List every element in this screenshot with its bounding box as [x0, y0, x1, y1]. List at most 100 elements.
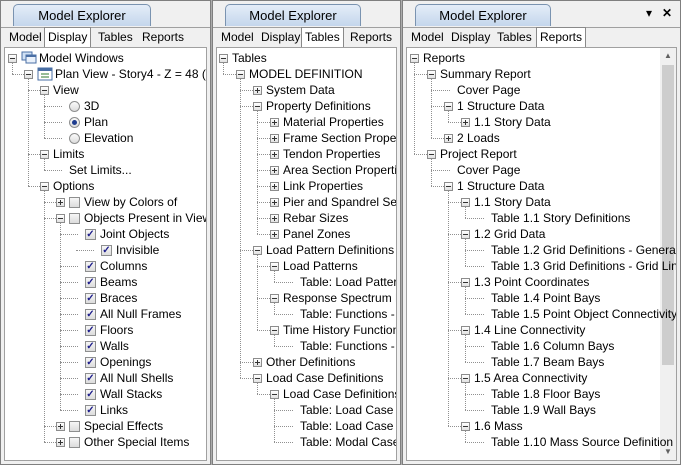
tab-model[interactable]: Model — [408, 29, 447, 46]
expand-toggle-icon[interactable] — [56, 422, 65, 431]
tree-item-property-definitions[interactable]: Property Definitions — [266, 98, 371, 114]
panel-title-tab[interactable]: Model Explorer — [225, 4, 361, 26]
tree-item-plan[interactable]: Plan — [84, 114, 108, 130]
tree-item-all-null-shells[interactable]: All Null Shells — [100, 370, 173, 386]
expand-toggle-icon[interactable] — [270, 230, 279, 239]
tree-item-panel-zones[interactable]: Panel Zones — [283, 226, 350, 242]
tree-item-system-data[interactable]: System Data — [266, 82, 335, 98]
tree-item-1-1-story-data[interactable]: 1.1 Story Data — [474, 114, 551, 130]
tree-item-floors[interactable]: Floors — [100, 322, 133, 338]
tab-tables[interactable]: Tables — [301, 27, 344, 48]
checkbox-all-null-shells[interactable]: ✓ — [85, 373, 96, 384]
tree-item-objects-present-in-view[interactable]: Objects Present in View — [84, 210, 206, 226]
expand-toggle-icon[interactable] — [270, 214, 279, 223]
checkbox-all-null-frames[interactable]: ✓ — [85, 309, 96, 320]
expand-toggle-icon[interactable] — [270, 150, 279, 159]
tree-item-options[interactable]: Options — [53, 178, 94, 194]
tree-item-2-loads[interactable]: 2 Loads — [457, 130, 500, 146]
tree-item-set-limits[interactable]: Set Limits... — [69, 162, 132, 178]
collapse-toggle-icon[interactable] — [444, 182, 453, 191]
tree-item-invisible[interactable]: Invisible — [116, 242, 159, 258]
expand-toggle-icon[interactable] — [461, 118, 470, 127]
tree-item-tables[interactable]: Tables — [232, 50, 267, 66]
tree-item-1-6-mass[interactable]: 1.6 Mass — [474, 418, 523, 434]
checkbox-special-effects[interactable] — [69, 421, 80, 432]
tree-item-table-load-case[interactable]: Table: Load Case — [300, 418, 393, 434]
checkbox-columns[interactable]: ✓ — [85, 261, 96, 272]
tree-item-plan-view-story4-z-48-ft[interactable]: Plan View - Story4 - Z = 48 (ft) — [55, 66, 206, 82]
collapse-toggle-icon[interactable] — [219, 54, 228, 63]
collapse-toggle-icon[interactable] — [253, 102, 262, 111]
tree-item-load-case-definitions[interactable]: Load Case Definitions — [266, 370, 383, 386]
scroll-up-arrow-icon[interactable]: ▲ — [660, 48, 676, 64]
tree-item-load-patterns[interactable]: Load Patterns — [283, 258, 358, 274]
tree-item-openings[interactable]: Openings — [100, 354, 151, 370]
tree-item-table-1-10-mass-source-definition[interactable]: Table 1.10 Mass Source Definition — [491, 434, 673, 450]
checkbox-joint-objects[interactable]: ✓ — [85, 229, 96, 240]
tree-item-tendon-properties[interactable]: Tendon Properties — [283, 146, 380, 162]
expand-toggle-icon[interactable] — [270, 134, 279, 143]
tree-item-walls[interactable]: Walls — [100, 338, 129, 354]
expand-toggle-icon[interactable] — [270, 182, 279, 191]
tree-item-model-windows[interactable]: Model Windows — [39, 50, 124, 66]
radio-3d[interactable] — [69, 101, 80, 112]
tab-display[interactable]: Display — [258, 29, 303, 46]
tree-item-elevation[interactable]: Elevation — [84, 130, 133, 146]
collapse-toggle-icon[interactable] — [427, 150, 436, 159]
tree-item-rebar-sizes[interactable]: Rebar Sizes — [283, 210, 348, 226]
panel-title-tab[interactable]: Model Explorer — [415, 4, 551, 26]
tree-item-table-functions[interactable]: Table: Functions - — [300, 338, 395, 354]
tree-item-table-1-6-column-bays[interactable]: Table 1.6 Column Bays — [491, 338, 614, 354]
checkbox-floors[interactable]: ✓ — [85, 325, 96, 336]
tree-item-view[interactable]: View — [53, 82, 79, 98]
tab-reports[interactable]: Reports — [139, 29, 187, 46]
expand-toggle-icon[interactable] — [56, 438, 65, 447]
tree-item-load-case-definitions[interactable]: Load Case Definitions — [283, 386, 396, 402]
panel-title-tab[interactable]: Model Explorer — [13, 4, 151, 26]
tree-item-1-4-line-connectivity[interactable]: 1.4 Line Connectivity — [474, 322, 585, 338]
tree-item-columns[interactable]: Columns — [100, 258, 147, 274]
tree-item-beams[interactable]: Beams — [100, 274, 137, 290]
collapse-toggle-icon[interactable] — [270, 326, 279, 335]
collapse-toggle-icon[interactable] — [427, 70, 436, 79]
tree-item-view-by-colors-of[interactable]: View by Colors of — [84, 194, 177, 210]
tab-reports[interactable]: Reports — [347, 29, 395, 46]
tree-item-table-modal-case[interactable]: Table: Modal Case — [300, 434, 396, 450]
collapse-toggle-icon[interactable] — [461, 374, 470, 383]
tree-item-table-1-5-point-object-connectivity[interactable]: Table 1.5 Point Object Connectivity — [491, 306, 676, 322]
tree-item-table-1-4-point-bays[interactable]: Table 1.4 Point Bays — [491, 290, 600, 306]
tree-item-1-structure-data[interactable]: 1 Structure Data — [457, 98, 544, 114]
tree-item-reports[interactable]: Reports — [423, 50, 465, 66]
checkbox-links[interactable]: ✓ — [85, 405, 96, 416]
tree-item-table-1-7-beam-bays[interactable]: Table 1.7 Beam Bays — [491, 354, 604, 370]
tree-item-other-special-items[interactable]: Other Special Items — [84, 434, 189, 450]
tree-item-3d[interactable]: 3D — [84, 98, 99, 114]
collapse-toggle-icon[interactable] — [410, 54, 419, 63]
pin-dropdown-icon[interactable]: ▾ — [646, 6, 652, 20]
collapse-toggle-icon[interactable] — [40, 182, 49, 191]
collapse-toggle-icon[interactable] — [253, 246, 262, 255]
expand-toggle-icon[interactable] — [270, 166, 279, 175]
tree-item-1-3-point-coordinates[interactable]: 1.3 Point Coordinates — [474, 274, 589, 290]
collapse-toggle-icon[interactable] — [270, 390, 279, 399]
collapse-toggle-icon[interactable] — [8, 54, 17, 63]
radio-plan[interactable] — [69, 117, 80, 128]
tree-item-table-1-8-floor-bays[interactable]: Table 1.8 Floor Bays — [491, 386, 600, 402]
checkbox-walls[interactable]: ✓ — [85, 341, 96, 352]
tree-item-table-load-case[interactable]: Table: Load Case — [300, 402, 393, 418]
tab-model[interactable]: Model — [218, 29, 257, 46]
collapse-toggle-icon[interactable] — [461, 422, 470, 431]
collapse-toggle-icon[interactable] — [24, 70, 33, 79]
collapse-toggle-icon[interactable] — [236, 70, 245, 79]
tab-reports[interactable]: Reports — [536, 27, 587, 48]
tree-item-special-effects[interactable]: Special Effects — [84, 418, 163, 434]
tree-item-summary-report[interactable]: Summary Report — [440, 66, 531, 82]
expand-toggle-icon[interactable] — [270, 118, 279, 127]
tree-item-project-report[interactable]: Project Report — [440, 146, 517, 162]
tree-item-pier-and-spandrel-sections[interactable]: Pier and Spandrel Sections — [283, 194, 396, 210]
checkbox-other-special-items[interactable] — [69, 437, 80, 448]
tree-item-cover-page[interactable]: Cover Page — [457, 82, 520, 98]
tree-item-table-load-pattern[interactable]: Table: Load Pattern — [300, 274, 396, 290]
collapse-toggle-icon[interactable] — [461, 230, 470, 239]
expand-toggle-icon[interactable] — [253, 358, 262, 367]
